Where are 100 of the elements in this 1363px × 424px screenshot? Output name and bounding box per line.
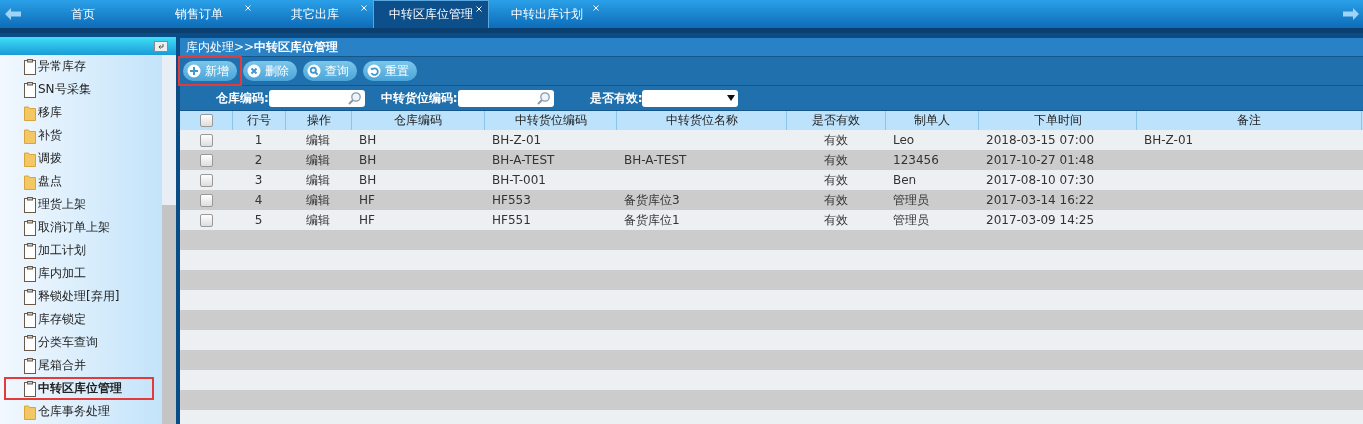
- table-cell-text: 123456: [892, 153, 940, 167]
- sidebar-item[interactable]: 异常库存: [4, 55, 154, 78]
- clipboard-icon: [24, 265, 36, 282]
- sidebar-item[interactable]: 释锁处理[弃用]: [4, 285, 154, 308]
- sidebar-item[interactable]: 库内加工: [4, 262, 154, 285]
- clipboard-icon: [24, 81, 36, 98]
- clipboard-icon: [24, 58, 36, 75]
- table-cell-text: 有效: [822, 131, 849, 149]
- close-icon[interactable]: [245, 5, 251, 11]
- checkbox[interactable]: [199, 133, 213, 147]
- input-field[interactable]: [457, 89, 554, 107]
- tab[interactable]: 中转出库计划: [489, 0, 605, 28]
- sidebar-item[interactable]: SN号采集: [4, 78, 154, 101]
- sidebar-item[interactable]: 尾箱合并: [4, 354, 154, 377]
- table-cell-text: BH: [358, 173, 378, 187]
- table-cell-text: BH-A-TEST: [623, 153, 688, 167]
- clipboard-icon: [24, 357, 36, 374]
- tab[interactable]: 首页: [25, 0, 141, 28]
- table-cell-text: 2017-10-27 01:48: [985, 153, 1096, 167]
- sidebar-item[interactable]: 盘点: [4, 170, 154, 193]
- table-cell-text: Leo: [892, 133, 916, 147]
- sidebar-item[interactable]: 库存锁定: [4, 308, 154, 331]
- table-cell-text: 2018-03-15 07:00: [985, 133, 1096, 147]
- plus-icon: [187, 64, 201, 78]
- undo-icon: [367, 64, 381, 78]
- filter-label: 是否有效:: [589, 89, 643, 107]
- table-cell-text: BH-Z-01: [1143, 133, 1195, 147]
- scrollbar-thumb[interactable]: [162, 205, 176, 424]
- checkbox[interactable]: [199, 173, 213, 187]
- table-cell-text: 2: [253, 153, 264, 167]
- table-cell-text: HF551: [491, 213, 532, 227]
- table-cell-text: BH-T-001: [491, 173, 547, 187]
- sidebar-item[interactable]: 移库: [4, 101, 154, 124]
- table-cell-text: HF: [358, 213, 376, 227]
- clipboard-icon: [24, 196, 36, 213]
- table-cell-text: Ben: [892, 173, 918, 187]
- tab[interactable]: 其它出库: [257, 0, 373, 28]
- edit-link[interactable]: 编辑: [285, 191, 351, 209]
- table-cell-text: 有效: [822, 171, 849, 189]
- table-cell-text: 2017-03-09 14:25: [985, 213, 1096, 227]
- table-cell-text: BH: [358, 133, 378, 147]
- folder-icon: [24, 403, 36, 420]
- dropdown-caret-icon: [727, 95, 736, 101]
- folder-icon: [24, 104, 36, 121]
- clipboard-icon: [24, 311, 36, 328]
- sidebar-item[interactable]: 补货: [4, 124, 154, 147]
- collapse-icon[interactable]: [154, 40, 168, 52]
- search-icon: [307, 64, 321, 78]
- table-cell-text: HF553: [491, 193, 532, 207]
- tab[interactable]: 中转区库位管理: [373, 0, 489, 28]
- table-cell-text: 2017-08-10 07:30: [985, 173, 1096, 187]
- sidebar-item[interactable]: 分类车查询: [4, 331, 154, 354]
- clipboard-icon: [24, 242, 36, 259]
- edit-link[interactable]: 编辑: [285, 151, 351, 169]
- select-field[interactable]: [642, 89, 739, 107]
- filter-label: 仓库编码:: [216, 89, 269, 107]
- table-cell-text: BH-A-TEST: [491, 153, 556, 167]
- edit-link[interactable]: 编辑: [285, 131, 351, 149]
- table-cell-text: BH: [358, 153, 378, 167]
- input-field[interactable]: [268, 89, 365, 107]
- filter-label: 中转货位编码:: [380, 89, 458, 107]
- clipboard-icon: [24, 219, 36, 236]
- sidebar-item[interactable]: 中转区库位管理: [4, 377, 154, 400]
- folder-icon: [24, 173, 36, 190]
- search-icon: [536, 91, 551, 105]
- folder-icon: [24, 127, 36, 144]
- sidebar-item[interactable]: 加工计划: [4, 239, 154, 262]
- table-cell-text: 管理员: [892, 211, 930, 229]
- table-cell-text: 4: [253, 193, 264, 207]
- right-arrow-icon[interactable]: [1342, 8, 1359, 20]
- checkbox[interactable]: [199, 213, 213, 227]
- sidebar-item[interactable]: 理货上架: [4, 193, 154, 216]
- table-cell-text: 有效: [822, 211, 849, 229]
- table-cell-text: 备货库位3: [623, 191, 681, 209]
- checkbox[interactable]: [199, 193, 213, 207]
- close-icon[interactable]: [361, 5, 367, 11]
- close-icon[interactable]: [593, 5, 599, 11]
- sidebar-item[interactable]: 仓库事务处理: [4, 400, 154, 423]
- table-cell-text: 有效: [822, 191, 849, 209]
- sidebar-item[interactable]: 调拨: [4, 147, 154, 170]
- clipboard-icon: [24, 380, 36, 397]
- table-cell-text: 2017-03-14 16:22: [985, 193, 1096, 207]
- table-cell-text: HF: [358, 193, 376, 207]
- checkbox[interactable]: [199, 153, 213, 167]
- breadcrumb: 库内处理>>中转区库位管理: [180, 38, 1363, 57]
- table-cell-text: 管理员: [892, 191, 930, 209]
- table-cell-text: 5: [253, 213, 264, 227]
- left-arrow-icon[interactable]: [4, 8, 21, 20]
- tab[interactable]: 销售订单: [141, 0, 257, 28]
- table-cell-text: 有效: [822, 151, 849, 169]
- sidebar-item[interactable]: 取消订单上架: [4, 216, 154, 239]
- close-icon: [247, 64, 261, 78]
- folder-icon: [24, 150, 36, 167]
- edit-link[interactable]: 编辑: [285, 171, 351, 189]
- checkbox[interactable]: [199, 114, 213, 127]
- table-cell-text: 1: [253, 133, 264, 147]
- clipboard-icon: [24, 334, 36, 351]
- edit-link[interactable]: 编辑: [285, 211, 351, 229]
- search-icon: [347, 91, 362, 105]
- close-icon[interactable]: [476, 6, 482, 12]
